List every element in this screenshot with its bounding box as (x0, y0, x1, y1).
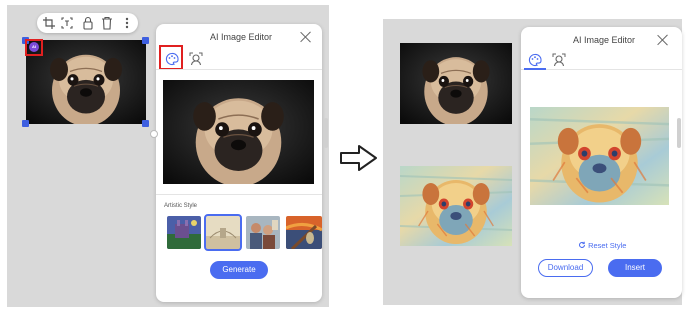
insert-button[interactable]: Insert (608, 259, 662, 277)
lock-icon[interactable] (81, 16, 95, 30)
result-image (530, 107, 669, 205)
artistic-style-icon[interactable] (528, 53, 542, 67)
face-icon[interactable] (552, 53, 566, 67)
preview-image (163, 80, 314, 184)
style-thumb-sketch[interactable] (204, 214, 242, 251)
image-toolbar (37, 13, 138, 33)
section-divider (156, 194, 322, 195)
panel-title: AI Image Editor (573, 35, 636, 45)
resize-handle-top-right[interactable] (142, 37, 149, 44)
active-tab-indicator (524, 68, 546, 70)
close-icon[interactable] (657, 34, 669, 46)
crop-icon[interactable] (42, 16, 56, 30)
resize-handle-bottom-right[interactable] (142, 120, 149, 127)
tab-divider (156, 69, 322, 70)
reset-style-link[interactable]: Reset Style (578, 241, 626, 251)
scrollbar-left[interactable] (324, 118, 328, 148)
artistic-style-label: Artistic Style (164, 203, 198, 209)
style-thumb-crowd[interactable] (246, 216, 280, 249)
ai-badge-highlight (25, 39, 43, 56)
ai-editor-panel-after: AI Image Editor Reset Style Download Ins… (521, 27, 682, 298)
transition-arrow-icon (339, 143, 379, 173)
style-thumb-castle[interactable] (167, 216, 201, 249)
more-vertical-icon[interactable] (120, 16, 134, 30)
text-frame-icon[interactable] (60, 16, 74, 30)
canvas-image-original-right[interactable] (400, 43, 512, 124)
resize-handle-bottom-left[interactable] (22, 120, 29, 127)
ai-editor-panel-before: AI Image Editor Artistic Style Generate (156, 24, 322, 302)
canvas-image-original[interactable] (26, 40, 146, 124)
style-thumb-scream[interactable] (286, 216, 322, 249)
download-button[interactable]: Download (538, 259, 593, 277)
delete-icon[interactable] (100, 16, 114, 30)
close-icon[interactable] (300, 31, 312, 43)
reset-icon (578, 241, 586, 251)
scrollbar-right[interactable] (677, 118, 681, 148)
panel-title: AI Image Editor (210, 32, 273, 42)
reset-style-label: Reset Style (588, 241, 627, 250)
collapse-toggle-icon[interactable] (150, 130, 158, 138)
canvas-image-stylized[interactable] (400, 166, 512, 246)
style-tab-highlight (159, 45, 183, 70)
face-icon[interactable] (189, 52, 203, 66)
generate-button[interactable]: Generate (210, 261, 268, 279)
